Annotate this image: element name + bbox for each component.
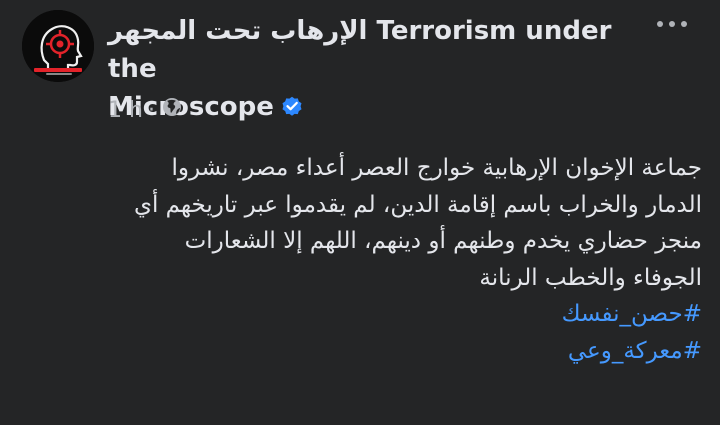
more-options-button[interactable] [652,12,692,36]
meta-separator: · [147,98,155,123]
page-avatar[interactable] [22,10,94,82]
post-body: جماعة الإخوان الإرهابية خوارج العصر أعدا… [32,150,702,369]
post-text-line: منجز حضاري يخدم وطنهم أو دينهم، اللهم إل… [184,228,702,254]
post-card: الإرهاب تحت المجهر Terrorism under the M… [0,0,720,425]
post-meta: 1 h · [108,96,182,126]
more-options-icon [657,21,687,27]
globe-icon [162,98,181,116]
post-text-line: الجوفاء والخطب الرنانة [479,264,702,291]
page-name-arabic: الإرهاب تحت المجهر [108,16,368,46]
audience-selector[interactable] [160,96,182,126]
avatar-logo-icon [22,10,94,82]
post-text-line: جماعة الإخوان الإرهابية خوارج العصر أعدا… [171,155,702,181]
post-timestamp[interactable]: 1 h [108,96,143,126]
hashtag-link[interactable]: #معركة_وعي [32,333,702,370]
page-name[interactable]: الإرهاب تحت المجهر Terrorism under the M… [108,12,648,129]
verified-badge-icon [280,95,304,125]
post-text-line: الدمار والخراب باسم إقامة الدين، لم يقدم… [133,191,702,218]
hashtag-link[interactable]: #حصن_نفسك [32,296,702,333]
